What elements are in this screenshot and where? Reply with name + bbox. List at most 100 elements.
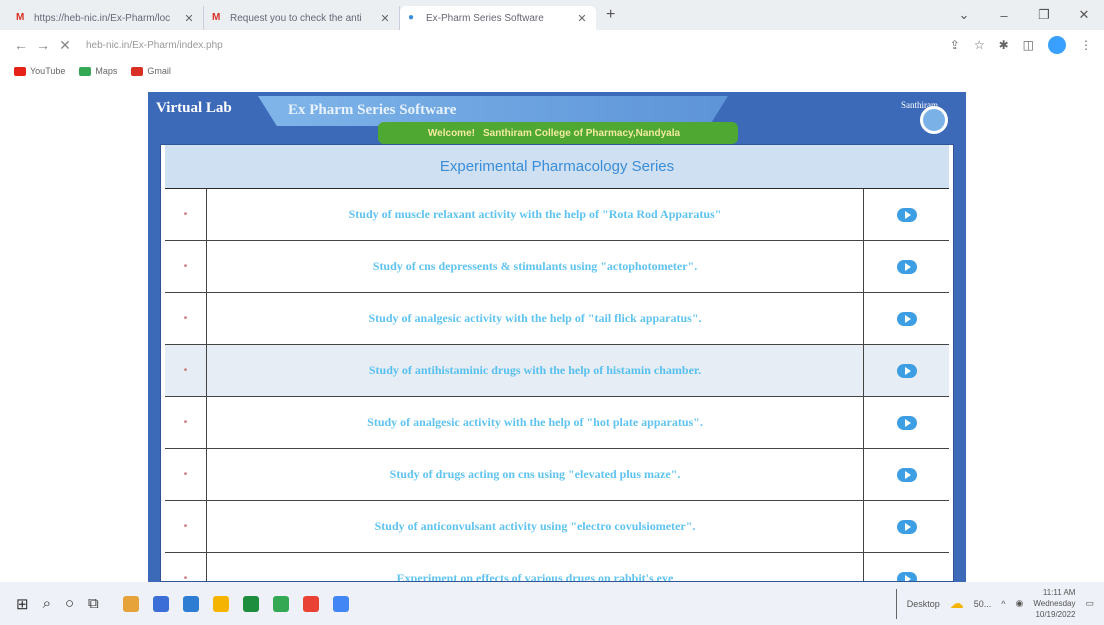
play-video-icon[interactable]	[896, 363, 917, 378]
taskbar-apps	[122, 595, 349, 612]
experiment-row[interactable]: • Study of antihistaminic drugs with the …	[165, 345, 949, 397]
close-tab-icon[interactable]: ✕	[183, 12, 195, 25]
play-cell	[863, 293, 949, 344]
network-icon[interactable]: ◉	[1016, 598, 1024, 609]
experiment-link[interactable]: Study of cns depressents & stimulants us…	[207, 241, 863, 292]
tab-2[interactable]: M Request you to check the anti ✕	[204, 6, 400, 30]
experiment-row[interactable]: • Study of drugs acting on cns using "ele…	[165, 449, 949, 501]
experiment-row[interactable]: • Study of anticonvulsant activity using …	[165, 501, 949, 553]
lab-title: Ex Pharm Series Software	[288, 102, 457, 118]
address-bar-row: ← → ✕ heb-nic.in/Ex-Pharm/index.php ⇪ ☆ …	[0, 30, 1104, 60]
stop-icon[interactable]: ✕	[54, 37, 76, 54]
profile-avatar[interactable]	[1048, 36, 1066, 54]
weather-icon: ☁	[949, 595, 964, 611]
bookmark-label: Gmail	[147, 66, 171, 76]
notification-icon[interactable]: ▭	[1085, 598, 1094, 609]
play-video-icon[interactable]	[896, 519, 917, 534]
folder-app-icon[interactable]	[212, 595, 229, 612]
play-cell	[863, 345, 949, 396]
play-cell	[863, 501, 949, 552]
tab-title: Ex-Pharm Series Software	[426, 12, 544, 24]
minimize-button[interactable]: –	[984, 8, 1024, 23]
experiment-link[interactable]: Study of analgesic activity with the hel…	[207, 293, 863, 344]
bookmarks-bar: YouTube Maps Gmail	[0, 60, 1104, 82]
experiment-row[interactable]: • Study of muscle relaxant activity with …	[165, 189, 949, 241]
play-video-icon[interactable]	[896, 207, 917, 222]
experiment-link[interactable]: Experiment on effects of various drugs o…	[207, 553, 863, 581]
experiment-row[interactable]: • Study of cns depressents & stimulants u…	[165, 241, 949, 293]
bookmark-star-icon[interactable]: ☆	[974, 38, 985, 52]
experiment-link[interactable]: Study of anticonvulsant activity using "…	[207, 501, 863, 552]
edge-app-icon[interactable]	[332, 595, 349, 612]
taskbar: ⊞ ⌕ ○ ⧉ Desktop ☁ 50... ^ ◉ 11:11 AM Wed…	[0, 582, 1104, 625]
search-icon[interactable]: ⌕	[43, 595, 51, 612]
maximize-button[interactable]: ❐	[1024, 7, 1064, 23]
play-video-icon[interactable]	[896, 415, 917, 430]
task-view-icon[interactable]: ⧉	[88, 595, 99, 612]
play-video-icon[interactable]	[896, 259, 917, 274]
experiment-row[interactable]: • Study of analgesic activity with the he…	[165, 293, 949, 345]
windows-start-icon[interactable]: ⊞	[16, 595, 29, 613]
college-name: Santhiram College of Pharmacy,Nandyala	[482, 127, 681, 139]
share-icon[interactable]: ⇪	[950, 38, 960, 52]
chrome-app-icon-2[interactable]	[302, 595, 319, 612]
menu-icon[interactable]: ⋮	[1080, 38, 1092, 52]
bookmark-youtube[interactable]: YouTube	[14, 66, 65, 76]
youtube-icon	[14, 66, 26, 76]
experiment-link[interactable]: Study of muscle relaxant activity with t…	[207, 189, 863, 240]
tab-1[interactable]: M https://heb-nic.in/Ex-Pharm/loc ✕	[8, 6, 204, 30]
clock[interactable]: 11:11 AM Wednesday 10/19/2022	[1033, 587, 1075, 620]
sidebar-icon[interactable]: ◫	[1023, 38, 1034, 52]
tab-3[interactable]: ● Ex-Pharm Series Software ✕	[400, 6, 596, 30]
back-icon[interactable]: ←	[10, 37, 32, 53]
tab-strip: M https://heb-nic.in/Ex-Pharm/loc ✕ M Re…	[0, 0, 1104, 30]
experiment-row[interactable]: • Study of analgesic activity with the he…	[165, 397, 949, 449]
new-tab-button[interactable]: +	[606, 6, 615, 24]
close-tab-icon[interactable]: ✕	[379, 12, 391, 25]
virtual-lab-frame: Virtual Lab Ex Pharm Series Software Wel…	[148, 92, 966, 582]
lab-brand: Virtual Lab	[156, 100, 232, 116]
close-tab-icon[interactable]: ✕	[576, 12, 588, 25]
row-bullet: •	[165, 345, 207, 396]
play-video-icon[interactable]	[896, 467, 917, 482]
play-video-icon[interactable]	[896, 311, 917, 326]
play-cell	[863, 397, 949, 448]
experiment-link[interactable]: Study of analgesic activity with the hel…	[207, 397, 863, 448]
row-bullet: •	[165, 293, 207, 344]
experiment-list: • Study of muscle relaxant activity with …	[161, 189, 953, 581]
gmail-icon: M	[212, 12, 221, 23]
cortana-icon[interactable]: ○	[65, 595, 74, 612]
tab-search-icon[interactable]: ⌄	[944, 7, 984, 23]
welcome-label: Welcome!	[427, 127, 475, 139]
experiment-row[interactable]: • Experiment on effects of various drugs …	[165, 553, 949, 581]
forward-icon[interactable]: →	[32, 37, 54, 53]
desktop-label[interactable]: Desktop	[907, 599, 940, 609]
bookmark-maps[interactable]: Maps	[79, 66, 117, 76]
word-app-icon[interactable]	[182, 595, 199, 612]
close-window-button[interactable]: ✕	[1064, 7, 1104, 23]
outlook-app-icon[interactable]	[152, 595, 169, 612]
gmail-icon	[131, 66, 144, 76]
bookmark-label: Maps	[95, 66, 118, 76]
date: 10/19/2022	[1035, 610, 1076, 619]
bookmark-gmail[interactable]: Gmail	[131, 66, 171, 76]
row-bullet: •	[165, 501, 207, 552]
url-field[interactable]: heb-nic.in/Ex-Pharm/index.php	[86, 40, 906, 51]
extensions-icon[interactable]: ✱	[999, 38, 1009, 52]
browser-app-icon[interactable]	[272, 595, 289, 612]
app-chip[interactable]: 50...	[974, 599, 992, 609]
experiment-link[interactable]: Study of antihistaminic drugs with the h…	[207, 345, 863, 396]
chrome-app-icon[interactable]	[122, 595, 139, 612]
excel-app-icon[interactable]	[242, 595, 259, 612]
row-bullet: •	[165, 397, 207, 448]
user-avatar[interactable]	[920, 106, 948, 134]
tab-title: https://heb-nic.in/Ex-Pharm/loc	[34, 12, 171, 24]
experiment-link[interactable]: Study of drugs acting on cns using "elev…	[207, 449, 863, 500]
play-video-icon[interactable]	[896, 571, 917, 581]
experiment-panel: Experimental Pharmacology Series • Study …	[160, 144, 954, 582]
lab-header: Virtual Lab Ex Pharm Series Software Wel…	[148, 92, 966, 144]
chevron-up-icon[interactable]: ^	[1001, 599, 1005, 609]
welcome-banner: Welcome! Santhiram College of Pharmacy,N…	[378, 122, 738, 144]
series-title: Experimental Pharmacology Series	[165, 145, 949, 189]
tab-title: Request you to check the anti	[230, 12, 362, 24]
